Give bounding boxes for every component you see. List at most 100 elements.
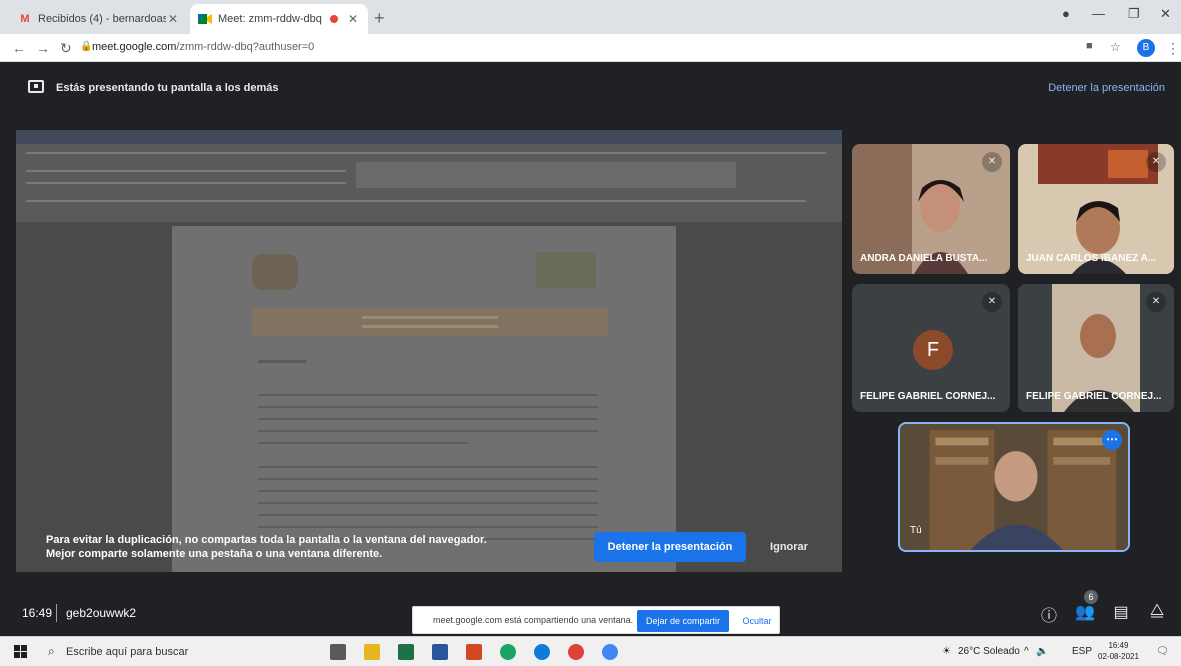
close-window-button[interactable]: ✕: [1160, 6, 1171, 22]
doc-line: [258, 514, 598, 516]
warning-line-1: Para evitar la duplicación, no compartas…: [46, 534, 487, 546]
star-icon[interactable]: ☆: [1110, 40, 1121, 54]
doc-line: [258, 490, 598, 492]
close-tab-icon[interactable]: ✕: [166, 12, 180, 26]
meet-icon: [198, 12, 212, 26]
shared-screen-preview: [16, 130, 842, 572]
warning-line-2: Mejor comparte solamente una pestaña o u…: [46, 548, 383, 560]
info-icon[interactable]: ⓘ: [1038, 602, 1060, 626]
stop-sharing-button[interactable]: Dejar de compartir: [637, 610, 729, 632]
activities-icon[interactable]: ⧋: [1146, 602, 1168, 620]
chrome-sharing-bar: meet.google.com está compartiendo una ve…: [412, 606, 780, 634]
minimize-button[interactable]: —: [1092, 6, 1105, 21]
chrome-icon[interactable]: [500, 644, 516, 660]
powerpoint-icon[interactable]: [466, 644, 482, 660]
taskbar-clock[interactable]: 16:49 02-08-2021: [1098, 640, 1139, 662]
document-logo-left: [252, 254, 298, 290]
notifications-icon[interactable]: 🗨: [1156, 646, 1169, 657]
mic-off-icon: ✕: [1146, 152, 1166, 172]
back-icon[interactable]: ←: [12, 40, 26, 56]
camera-permission-icon[interactable]: ■: [1086, 40, 1093, 52]
excel-icon[interactable]: [398, 644, 414, 660]
menu-icon[interactable]: ⋮: [1166, 40, 1180, 57]
mic-off-icon: ✕: [982, 292, 1002, 312]
volume-icon[interactable]: 🔈: [1036, 646, 1048, 657]
file-explorer-icon[interactable]: [364, 644, 380, 660]
browser-tab-bar: M Recibidos (4) - bernardoastudill ✕ Mee…: [0, 0, 1181, 34]
url-field[interactable]: meet.google.com/zmm-rddw-dbq?authuser=0: [92, 41, 314, 53]
ribbon-row: [26, 152, 826, 154]
tray-chevron-icon[interactable]: ^: [1024, 646, 1029, 657]
meeting-time: 16:49: [22, 606, 53, 620]
stop-presenting-link[interactable]: Detener la presentación: [1048, 82, 1165, 94]
presenting-text: Estás presentando tu pantalla a los demá…: [56, 82, 279, 94]
chrome-profile-icon[interactable]: [602, 644, 618, 660]
new-tab-button[interactable]: +: [374, 8, 385, 29]
windows-taskbar: ⌕ Escribe aquí para buscar ☀ 26°C Solead…: [0, 636, 1181, 666]
document-page: [172, 226, 676, 572]
doc-line: [258, 526, 598, 528]
search-icon[interactable]: ⌕: [48, 644, 55, 659]
document-title-box: [252, 308, 608, 336]
doc-line: [258, 466, 598, 468]
account-dot-icon[interactable]: ●: [1062, 6, 1070, 21]
weather-icon[interactable]: ☀: [942, 646, 951, 657]
profile-avatar[interactable]: B: [1137, 39, 1155, 57]
clock-time: 16:49: [1108, 641, 1129, 650]
edge-icon[interactable]: [534, 644, 550, 660]
people-icon[interactable]: 👥: [1074, 602, 1096, 622]
document-logo-right: [536, 252, 596, 288]
word-icon[interactable]: [432, 644, 448, 660]
task-view-icon[interactable]: [330, 644, 346, 660]
self-view-tile[interactable]: ⋯ Tú: [898, 422, 1130, 552]
participant-tile[interactable]: ✕ F FELIPE GABRIEL CORNEJ...: [852, 284, 1010, 412]
hide-button[interactable]: Ocultar: [737, 610, 777, 632]
tab-gmail[interactable]: M Recibidos (4) - bernardoastudill ✕: [10, 4, 188, 34]
ribbon-row: [26, 170, 346, 172]
doc-line: [258, 418, 598, 420]
forward-icon[interactable]: →: [36, 40, 50, 56]
ribbon-row: [26, 200, 806, 202]
tab-meet[interactable]: Meet: zmm-rddw-dbq ✕: [190, 4, 368, 34]
participant-tile[interactable]: ✕ ANDRA DANIELA BUSTA...: [852, 144, 1010, 274]
doc-line: [258, 394, 598, 396]
self-label: Tú: [910, 525, 922, 536]
doc-line: [258, 502, 598, 504]
mic-off-icon: ✕: [982, 152, 1002, 172]
title-line: [362, 316, 498, 319]
participant-tile[interactable]: ✕ FELIPE GABRIEL CORNEJ...: [1018, 284, 1174, 412]
doc-line: [258, 430, 598, 432]
doc-line: [258, 442, 468, 444]
people-count-badge: 6: [1084, 590, 1098, 604]
divider: [56, 604, 57, 622]
maximize-button[interactable]: ❐: [1128, 6, 1140, 22]
chat-icon[interactable]: ▤: [1110, 602, 1132, 622]
more-options-icon[interactable]: ⋯: [1102, 430, 1122, 450]
tab-label: Meet: zmm-rddw-dbq: [218, 13, 322, 25]
word-styles-gallery: [356, 162, 736, 188]
weather-text[interactable]: 26°C Soleado: [958, 646, 1020, 657]
title-line: [362, 325, 498, 328]
ribbon-row: [26, 182, 346, 184]
participant-name: FELIPE GABRIEL CORNEJ...: [1026, 391, 1162, 402]
taskbar-search-input[interactable]: Escribe aquí para buscar: [66, 646, 188, 658]
mic-off-icon: ✕: [1146, 292, 1166, 312]
participant-name: FELIPE GABRIEL CORNEJ...: [860, 391, 996, 402]
lock-icon[interactable]: 🔒: [80, 41, 92, 52]
doc-line: [258, 478, 598, 480]
language-indicator[interactable]: ESP: [1072, 646, 1092, 657]
participant-tile[interactable]: ✕ JUAN CARLOS IBANEZ A...: [1018, 144, 1174, 274]
present-screen-icon: [28, 80, 44, 93]
windows-start-icon[interactable]: [14, 645, 28, 659]
tab-label: Recibidos (4) - bernardoastudill: [38, 13, 166, 25]
document-heading: [258, 360, 306, 363]
close-tab-icon[interactable]: ✕: [346, 12, 360, 26]
ignore-button[interactable]: Ignorar: [760, 532, 818, 562]
doc-line: [258, 406, 598, 408]
chrome-app-icon[interactable]: [568, 644, 584, 660]
stop-presenting-button[interactable]: Detener la presentación: [594, 532, 746, 562]
sharing-text: meet.google.com está compartiendo una ve…: [433, 615, 634, 625]
clock-date: 02-08-2021: [1098, 652, 1139, 661]
self-video: [900, 424, 1128, 550]
reload-icon[interactable]: ↻: [60, 40, 72, 57]
